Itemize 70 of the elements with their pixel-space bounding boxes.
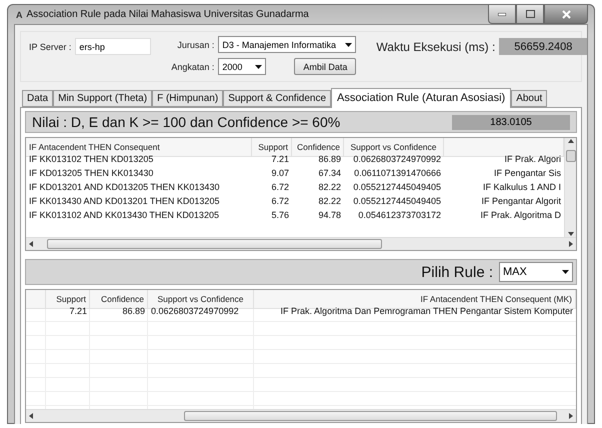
column-header[interactable]: Support bbox=[252, 138, 292, 157]
execution-time-label: Waktu Eksekusi (ms) : bbox=[376, 40, 496, 54]
pilih-rule-label: Pilih Rule : bbox=[421, 264, 493, 280]
table-cell-text: IF Prak. Algoritma D bbox=[479, 209, 562, 222]
jurusan-dropdown[interactable]: D3 - Manajemen Informatika bbox=[218, 36, 356, 53]
panel-title: Nilai : D, E dan K >= 100 dan Confidence >= 60% bbox=[32, 114, 340, 130]
close-icon bbox=[562, 10, 570, 18]
ambil-data-button[interactable]: Ambil Data bbox=[294, 58, 356, 75]
table-cell-text: IF KK013102 AND KK013430 THEN KD013205 bbox=[28, 209, 220, 222]
table-cell-text: 94.78 bbox=[317, 209, 342, 222]
angkatan-label: Angkatan : bbox=[171, 62, 214, 72]
panel-value: 183.0105 bbox=[452, 114, 570, 130]
column-header[interactable]: IF Antacendent THEN Consequent bbox=[26, 138, 252, 157]
scroll-right-icon[interactable] bbox=[568, 413, 574, 419]
table-cell-text: 82.22 bbox=[317, 181, 342, 194]
table-cell-text: 0.0552127445049405 bbox=[352, 181, 442, 194]
table-cell-text: 0.0552127445049405 bbox=[352, 195, 442, 208]
table-cell-text: 6.72 bbox=[270, 181, 290, 194]
execution-time-value: 56659.2408 bbox=[499, 38, 588, 55]
table-cell-text: IF KK013430 AND KD013201 THEN KD013205 bbox=[28, 195, 220, 208]
tab[interactable]: About bbox=[511, 90, 548, 107]
table-cell-text: 67.34 bbox=[317, 167, 342, 180]
window-title: Association Rule pada Nilai Mahasiswa Universitas Gunadarma bbox=[26, 9, 309, 20]
minimize-button[interactable] bbox=[488, 5, 516, 24]
angkatan-dropdown[interactable]: 2000 bbox=[218, 58, 266, 75]
tab[interactable]: Support & Confidence bbox=[223, 90, 332, 107]
table-cell-text: 9.07 bbox=[270, 167, 290, 180]
ip-server-field[interactable]: ers-hp bbox=[75, 38, 152, 55]
maximize-button[interactable] bbox=[516, 5, 544, 24]
tab[interactable]: Data bbox=[22, 90, 54, 107]
table-cell-text: IF Kalkulus 1 AND I bbox=[482, 181, 562, 194]
tab[interactable]: Association Rule (Aturan Asosiasi) bbox=[331, 88, 512, 108]
table-cell-text: IF Pengantar Algorit bbox=[480, 195, 562, 208]
table-cell-text: 0.054612373703172 bbox=[357, 209, 442, 222]
table-cell-text: 0.0611071391470666 bbox=[353, 167, 442, 180]
column-header[interactable]: Support vs Confidence bbox=[344, 138, 444, 157]
jurusan-label: Jurusan : bbox=[177, 40, 214, 50]
scroll-left-icon[interactable] bbox=[28, 241, 34, 247]
table-cell-text: IF Prak. Algori bbox=[503, 153, 562, 166]
horizontal-scrollbar[interactable] bbox=[26, 237, 576, 250]
close-button[interactable] bbox=[544, 5, 588, 24]
caret-icon bbox=[345, 42, 352, 46]
horizontal-scrollbar[interactable] bbox=[26, 409, 576, 422]
table-cell-text: 6.72 bbox=[270, 195, 290, 208]
column-header[interactable]: Support bbox=[46, 290, 90, 309]
caret-icon bbox=[562, 270, 569, 274]
scrollbar-thumb[interactable] bbox=[184, 411, 558, 421]
minimize-icon bbox=[498, 12, 506, 16]
ip-server-label: IP Server : bbox=[29, 42, 72, 52]
tab[interactable]: Min Support (Theta) bbox=[53, 90, 152, 107]
maximize-icon bbox=[526, 10, 534, 18]
scrollbar-thumb[interactable] bbox=[566, 150, 576, 162]
column-header[interactable]: IF Antacendent THEN Consequent (MK) bbox=[254, 290, 576, 309]
scroll-up-icon[interactable] bbox=[568, 138, 574, 144]
column-header[interactable]: Support vs Confidence bbox=[148, 290, 254, 309]
scroll-left-icon[interactable] bbox=[28, 413, 34, 419]
table-cell-text: IF KD013205 THEN KK013430 bbox=[28, 167, 154, 180]
tab[interactable]: F (Himpunan) bbox=[152, 90, 224, 107]
table-cell-text: IF Pengantar Sis bbox=[492, 167, 562, 180]
rule-dropdown[interactable]: MAX bbox=[499, 262, 573, 282]
table-cell-text: 82.22 bbox=[317, 195, 342, 208]
vertical-scrollbar[interactable] bbox=[564, 138, 576, 237]
scrollbar-thumb[interactable] bbox=[46, 239, 382, 249]
scroll-right-icon[interactable] bbox=[568, 241, 574, 247]
app-icon: A bbox=[16, 10, 22, 20]
table-cell-text: IF KD013201 AND KD013205 THEN KK013430 bbox=[28, 181, 220, 194]
caret-icon bbox=[255, 64, 262, 68]
table-cell-text: 5.76 bbox=[270, 209, 290, 222]
column-header[interactable]: Confidence bbox=[292, 138, 344, 157]
column-header[interactable]: Confidence bbox=[90, 290, 148, 309]
